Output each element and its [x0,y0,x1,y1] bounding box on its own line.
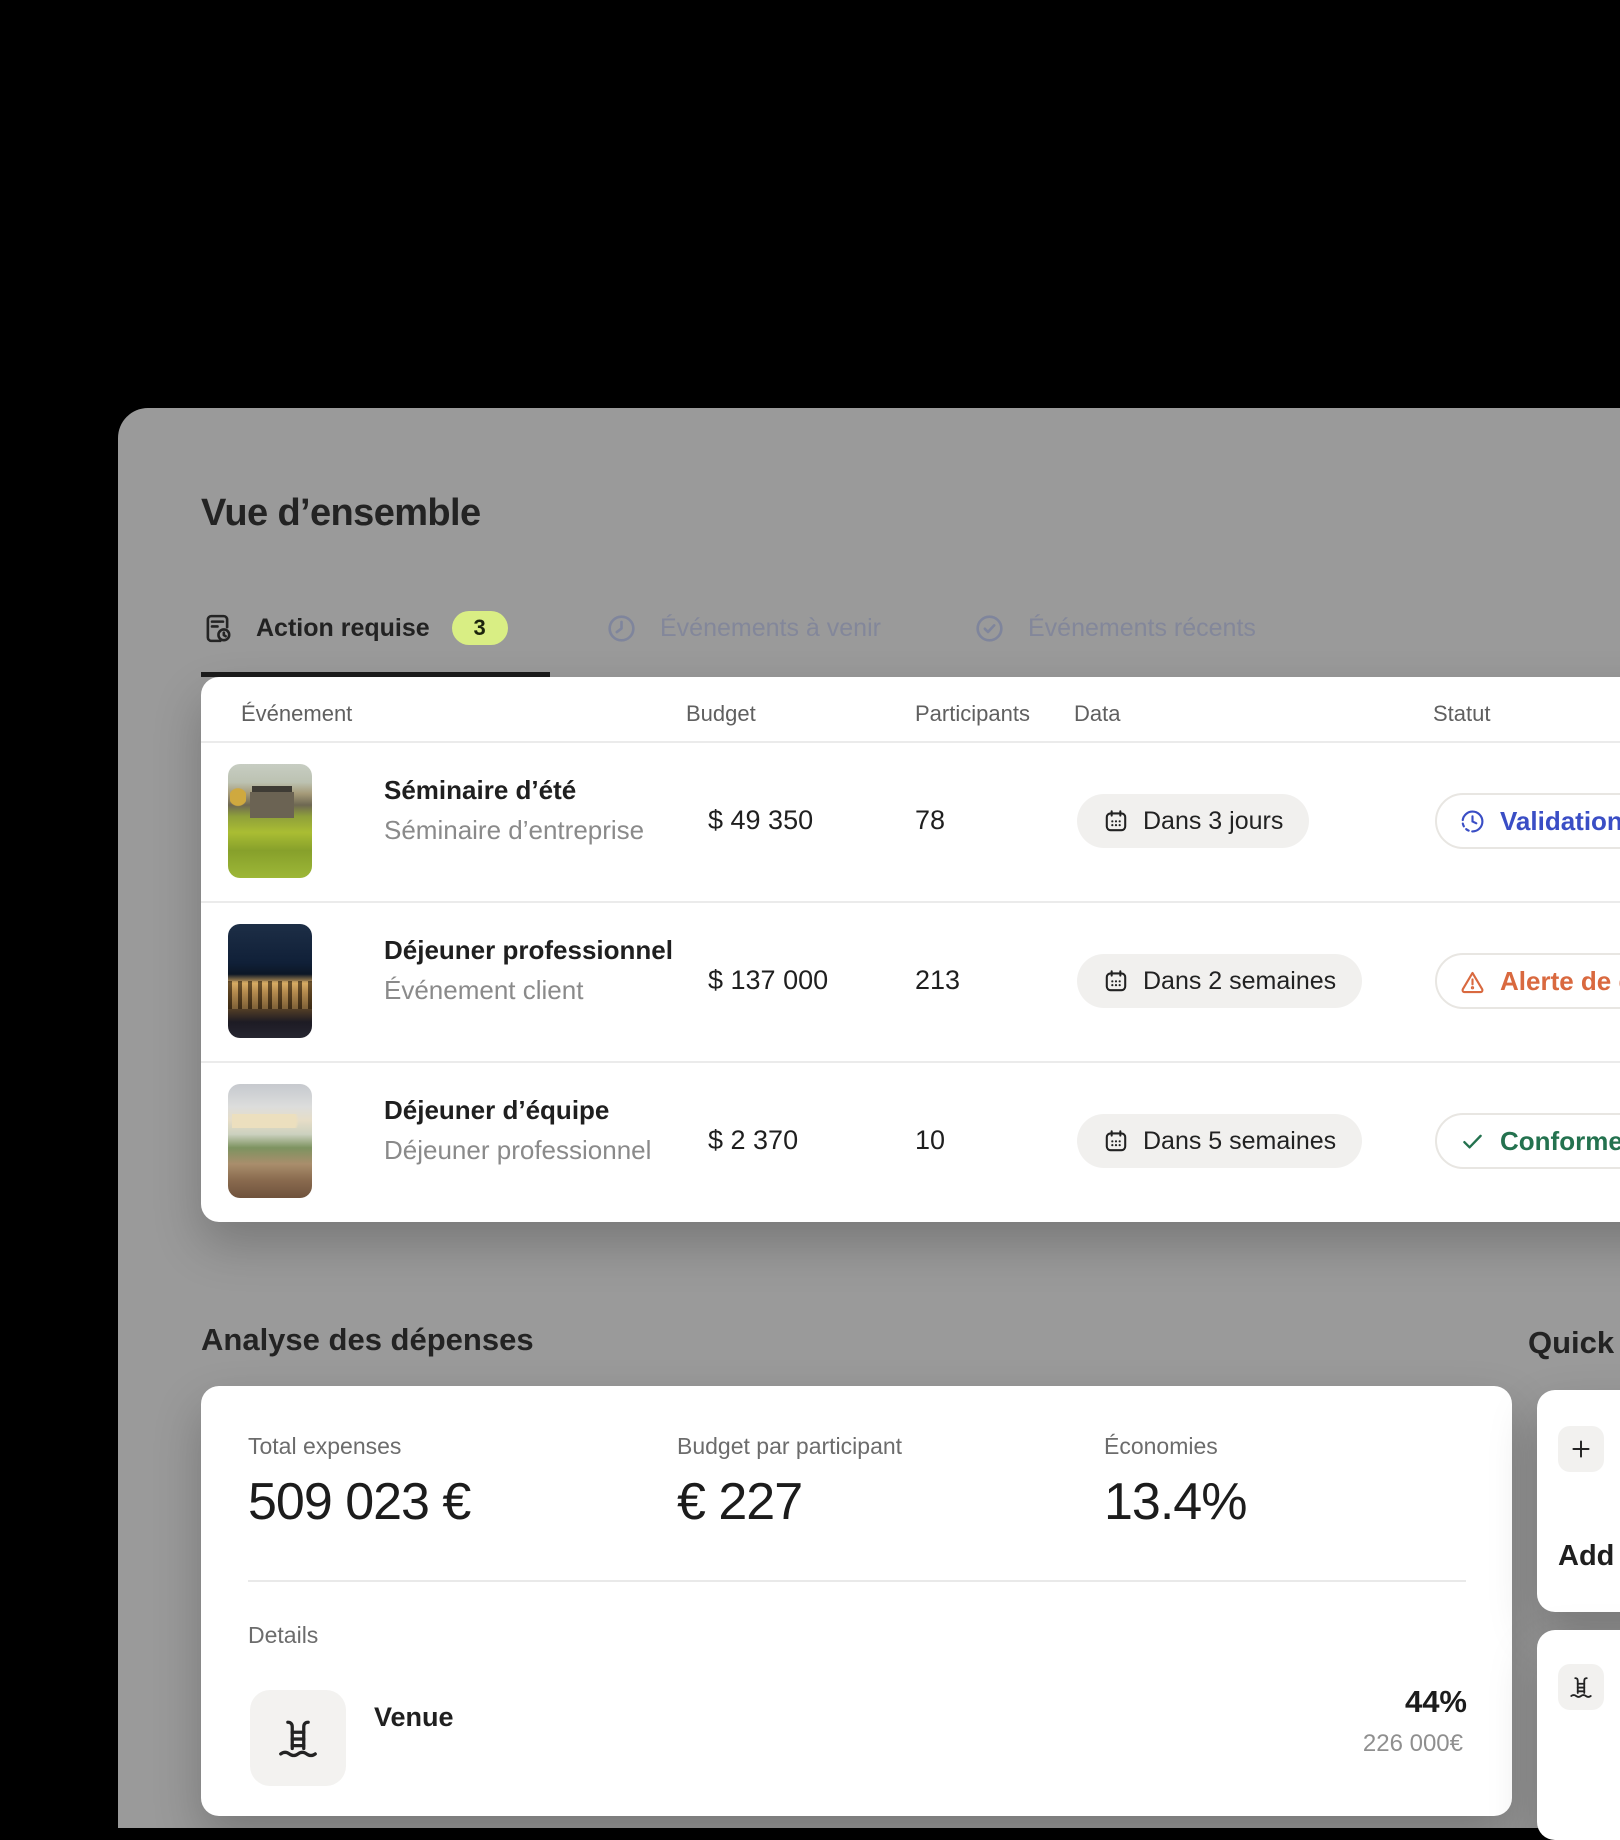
venue-icon-tile [250,1690,346,1786]
event-participants: 213 [915,965,960,996]
stat-value-budget-participant: € 227 [677,1472,802,1532]
details-label: Details [248,1622,318,1649]
tab-label: Événements récents [1028,614,1256,643]
calendar-icon [1103,808,1129,834]
check-icon [1459,1128,1486,1155]
status-label: Validation requise [1500,806,1620,837]
check-circle-icon [973,612,1006,645]
active-tab-indicator [201,672,550,677]
tab-evenements-recents[interactable]: Événements récents [973,608,1256,648]
stat-value-economies: 13.4% [1104,1472,1246,1532]
table-row-dejeuner-professionnel[interactable]: Déjeuner professionnel Événement client … [201,901,1620,1061]
table-row-seminaire-ete[interactable]: Séminaire d’été Séminaire d’entreprise $… [201,741,1620,901]
history-icon [605,612,638,645]
event-date-pill: Dans 2 semaines [1077,954,1362,1008]
column-header-event: Événement [241,701,352,727]
event-thumbnail [228,1084,312,1198]
column-header-data: Data [1074,701,1120,727]
calendar-icon [1103,1128,1129,1154]
plus-icon [1568,1436,1594,1462]
expenses-analysis-card: Total expenses Budget par participant Éc… [201,1386,1512,1816]
status-label: Conforme [1500,1126,1620,1157]
stat-label-economies: Économies [1104,1433,1218,1460]
tab-count-badge: 3 [452,611,508,645]
event-participants: 10 [915,1125,945,1156]
stat-label-total-expenses: Total expenses [248,1433,401,1460]
status-badge-validation: Validation requise [1435,793,1620,849]
event-date-label: Dans 2 semaines [1143,967,1336,996]
event-title: Déjeuner professionnel [384,935,673,966]
tab-action-requise[interactable]: Action requise 3 [201,608,508,648]
event-budget: $ 49 350 [708,805,813,836]
tab-label: Action requise [256,614,430,643]
event-subtitle: Événement client [384,975,583,1006]
warning-triangle-icon [1459,968,1486,995]
event-date-label: Dans 3 jours [1143,807,1283,836]
status-badge-conforme: Conforme [1435,1113,1620,1169]
quick-action-add-event[interactable]: Add event [1537,1390,1620,1612]
event-budget: $ 137 000 [708,965,828,996]
clock-dashed-icon [1459,808,1486,835]
quick-action-label: Add event [1558,1540,1620,1573]
event-thumbnail [228,924,312,1038]
table-row-dejeuner-equipe[interactable]: Déjeuner d’équipe Déjeuner professionnel… [201,1061,1620,1221]
quick-action-pool[interactable] [1537,1630,1620,1840]
status-label: Alerte de coût [1500,966,1620,997]
stats-divider [248,1580,1466,1582]
calendar-icon [1103,968,1129,994]
event-subtitle: Déjeuner professionnel [384,1135,651,1166]
pool-ladder-icon-tile [1558,1664,1604,1710]
pool-ladder-icon [275,1715,321,1761]
file-clock-icon [201,612,234,645]
event-date-pill: Dans 3 jours [1077,794,1309,848]
event-date-pill: Dans 5 semaines [1077,1114,1362,1168]
event-thumbnail [228,764,312,878]
event-budget: $ 2 370 [708,1125,798,1156]
tab-evenements-a-venir[interactable]: Événements à venir [605,608,881,648]
event-title: Déjeuner d’équipe [384,1095,609,1126]
detail-row-amount: 226 000€ [1241,1730,1463,1758]
column-header-budget: Budget [686,701,756,727]
section-title-quick-actions: Quick actions [1528,1325,1620,1361]
event-date-label: Dans 5 semaines [1143,1127,1336,1156]
event-subtitle: Séminaire d’entreprise [384,815,644,846]
event-participants: 78 [915,805,945,836]
tab-label: Événements à venir [660,614,881,643]
column-header-participants: Participants [915,701,1030,727]
section-title-analyse-depenses: Analyse des dépenses [201,1322,534,1358]
column-header-status: Statut [1433,701,1490,727]
event-title: Séminaire d’été [384,775,576,806]
stat-label-budget-participant: Budget par participant [677,1433,902,1460]
detail-row-name: Venue [374,1702,454,1733]
page-title: Vue d’ensemble [201,492,481,535]
events-table: Événement Budget Participants Data Statu… [201,677,1620,1222]
pool-ladder-icon [1568,1674,1594,1700]
stat-value-total-expenses: 509 023 € [248,1472,470,1532]
detail-row-percent: 44% [1241,1684,1467,1720]
plus-icon-tile [1558,1426,1604,1472]
status-badge-alert: Alerte de coût [1435,953,1620,1009]
